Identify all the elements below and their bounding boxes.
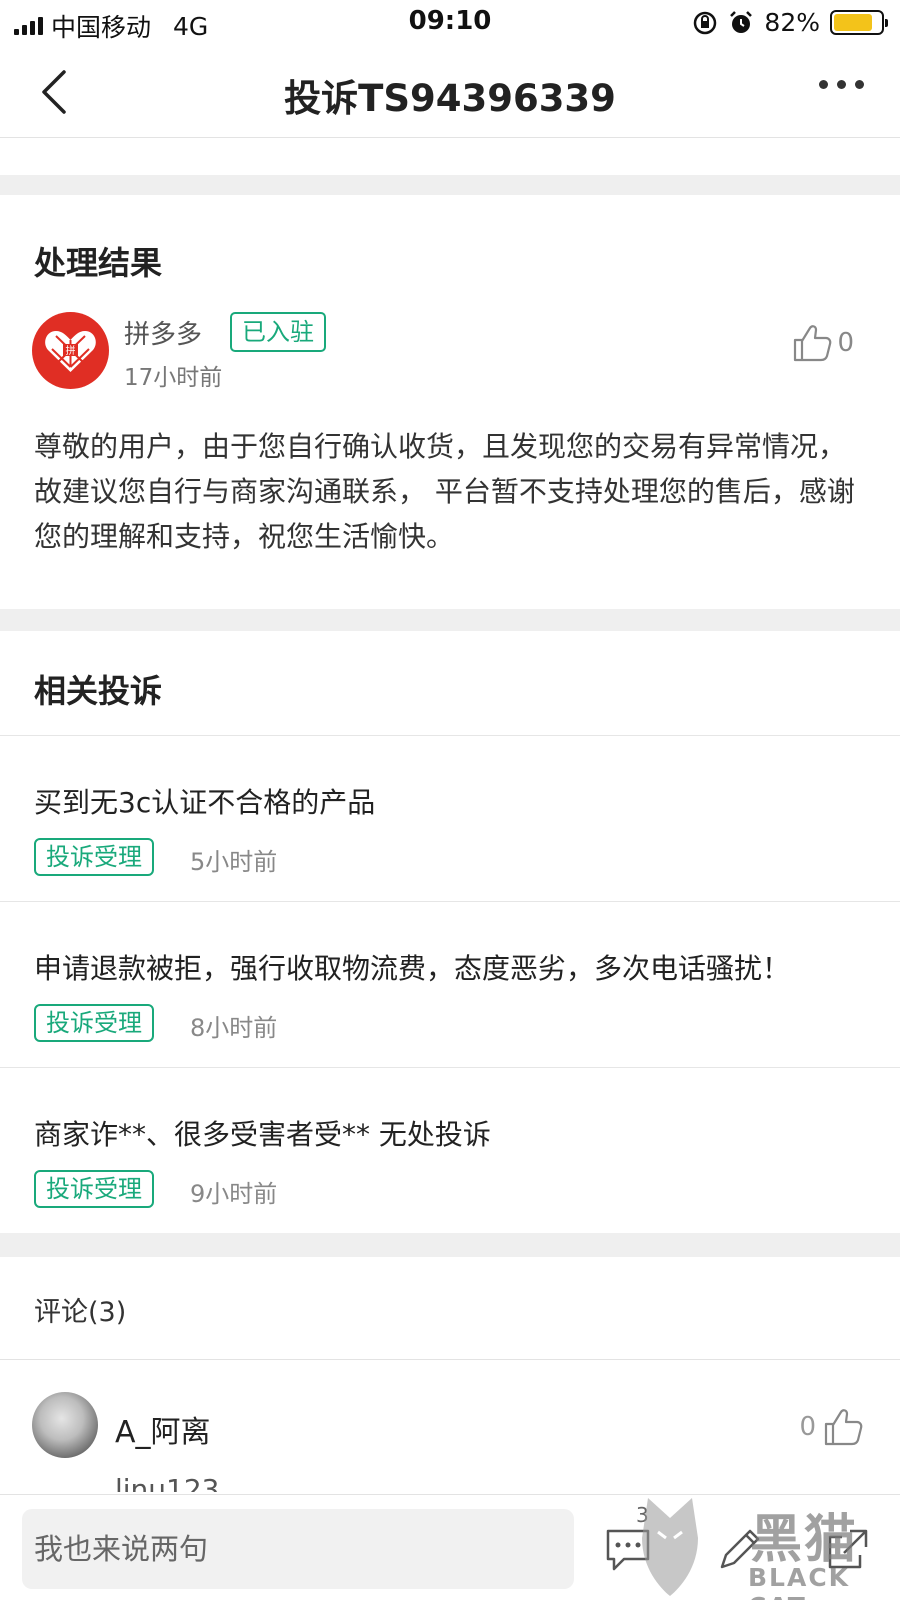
- result-timestamp: 17小时前: [124, 365, 223, 391]
- complaint-time: 9小时前: [190, 1180, 278, 1208]
- result-like-button[interactable]: 0: [791, 322, 854, 364]
- watermark-text: 黑猫: [750, 1510, 859, 1570]
- comment-like-count: 0: [799, 1412, 816, 1442]
- comment-text-preview: linu123_: [115, 1473, 234, 1492]
- result-message: 尊敬的用户，由于您自行确认收货，且发现您的交易有异常情况，故建议您自行与商家沟通…: [34, 430, 855, 553]
- comment-input[interactable]: [22, 1509, 574, 1589]
- thumbs-up-icon: [824, 1409, 863, 1446]
- result-section-title: 处理结果: [34, 244, 163, 282]
- pinduoduo-logo-icon: 拼: [45, 331, 96, 372]
- status-bar: 中国移动 4G 09:10 82%: [0, 0, 900, 46]
- complaint-time: 5小时前: [190, 848, 278, 876]
- rotation-lock-icon: [694, 11, 717, 34]
- merchant-avatar[interactable]: 拼: [32, 312, 109, 389]
- related-complaint-item[interactable]: 商家诈**、很多受害者受** 无处投诉 投诉受理 9小时前: [0, 1067, 900, 1233]
- complaint-status-tag: 投诉受理: [34, 1004, 154, 1042]
- merchant-settled-badge: 已入驻: [230, 312, 326, 352]
- alarm-icon: [730, 10, 753, 33]
- more-button[interactable]: [819, 80, 864, 89]
- comment-like-button[interactable]: 0: [799, 1406, 864, 1448]
- section-divider: [0, 1233, 900, 1257]
- complaint-status-tag: 投诉受理: [34, 1170, 154, 1208]
- related-complaint-item[interactable]: 申请退款被拒，强行收取物流费，态度恶劣，多次电话骚扰！ 投诉受理 8小时前: [0, 901, 900, 1067]
- nav-bar: 投诉TS94396339: [0, 46, 900, 138]
- complaint-time: 8小时前: [190, 1014, 278, 1042]
- section-divider: [0, 175, 900, 195]
- comments-title: 评论(3): [34, 1297, 127, 1328]
- page-title: 投诉TS94396339: [284, 77, 616, 120]
- complaint-title[interactable]: 申请退款被拒，强行收取物流费，态度恶劣，多次电话骚扰！: [34, 947, 790, 987]
- related-complaint-item[interactable]: 买到无3c认证不合格的产品 投诉受理 5小时前: [0, 735, 900, 901]
- complaint-title[interactable]: 买到无3c认证不合格的产品: [34, 781, 375, 821]
- battery-percent: 82%: [764, 8, 820, 37]
- comment-user-avatar[interactable]: [32, 1392, 98, 1458]
- related-section-title: 相关投诉: [34, 672, 163, 710]
- section-divider: [0, 609, 900, 631]
- watermark-subtext: BLACK CAT: [748, 1563, 851, 1600]
- complaint-status-tag: 投诉受理: [34, 838, 154, 876]
- comment-user-name[interactable]: A_阿离: [115, 1407, 211, 1451]
- merchant-name[interactable]: 拼多多: [124, 314, 202, 351]
- more-dots-icon: [819, 80, 828, 89]
- divider: [0, 1359, 900, 1360]
- svg-text:拼: 拼: [66, 344, 76, 357]
- status-right: 82%: [692, 8, 888, 37]
- complaint-title[interactable]: 商家诈**、很多受害者受** 无处投诉: [34, 1113, 491, 1153]
- result-like-count: 0: [837, 328, 854, 358]
- thumbs-up-icon: [794, 325, 832, 362]
- battery-icon: [830, 10, 888, 35]
